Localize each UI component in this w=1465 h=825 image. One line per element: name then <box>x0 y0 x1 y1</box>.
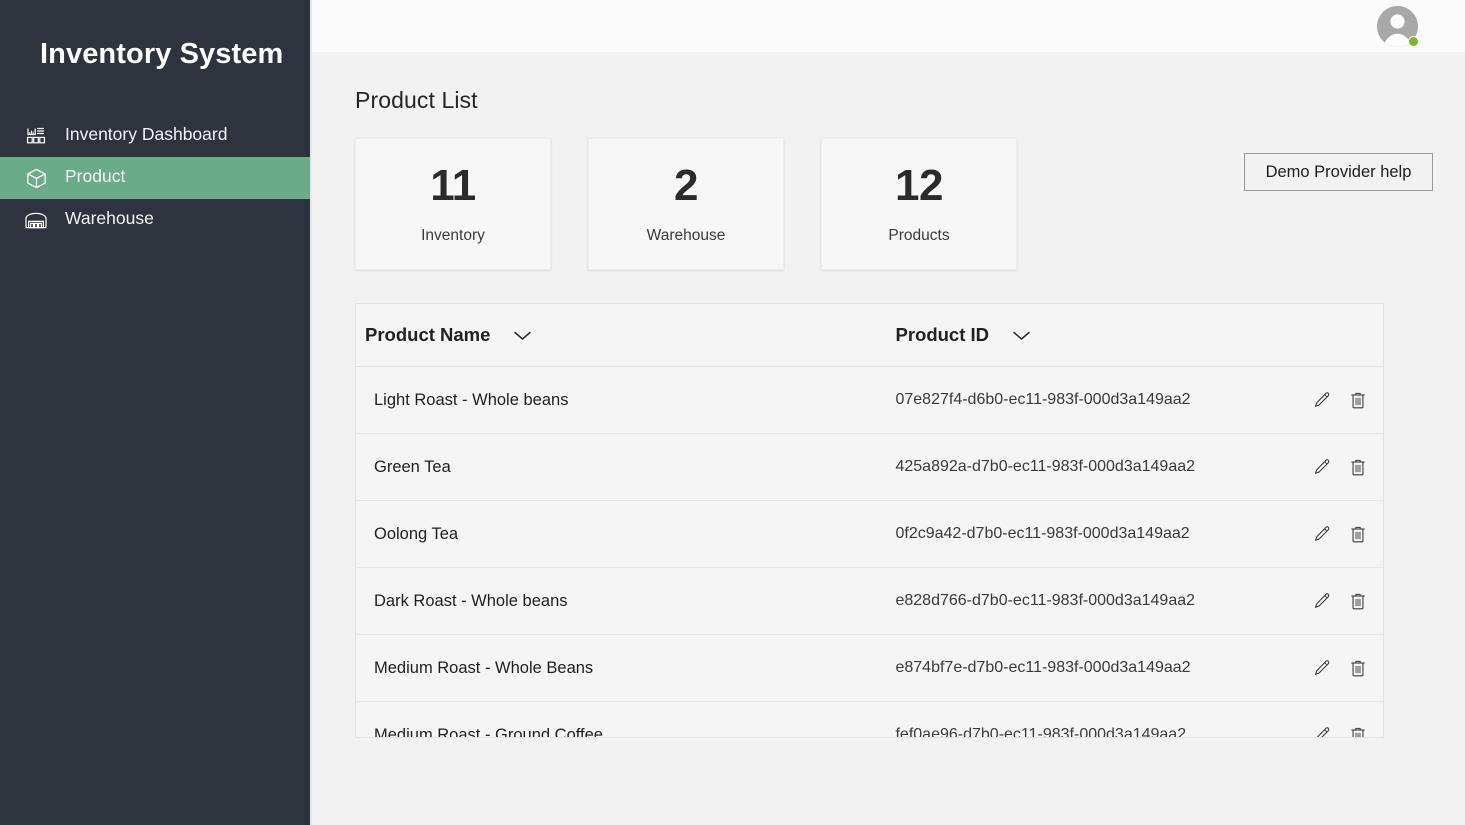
delete-icon[interactable] <box>1349 659 1367 678</box>
cell-product-name: Green Tea <box>365 458 451 476</box>
table-row[interactable]: Medium Roast - Ground Coffee fef0ae96-d7… <box>356 702 1383 738</box>
sidebar-nav: Inventory Dashboard Product <box>0 115 310 241</box>
cell-product-name: Oolong Tea <box>365 525 458 543</box>
sidebar-item-inventory-dashboard[interactable]: Inventory Dashboard <box>0 115 310 157</box>
cell-product-name: Dark Roast - Whole beans <box>365 592 568 610</box>
sidebar-item-label: Inventory Dashboard <box>65 126 227 146</box>
cell-product-id: 0f2c9a42-d7b0-ec11-983f-000d3a149aa2 <box>895 525 1189 542</box>
column-header-product-id[interactable]: Product ID <box>895 324 1313 346</box>
app-brand-title: Inventory System <box>0 0 310 71</box>
table-row[interactable]: Medium Roast - Whole Beans e874bf7e-d7b0… <box>356 635 1383 702</box>
help-button[interactable]: Demo Provider help <box>1244 153 1433 191</box>
cell-product-id: 425a892a-d7b0-ec11-983f-000d3a149aa2 <box>895 458 1195 475</box>
edit-icon[interactable] <box>1313 391 1331 409</box>
presence-indicator <box>1408 36 1419 47</box>
edit-icon[interactable] <box>1313 525 1331 543</box>
cell-product-name: Medium Roast - Whole Beans <box>365 659 593 677</box>
delete-icon[interactable] <box>1349 458 1367 477</box>
avatar[interactable] <box>1377 6 1418 47</box>
stat-card-label: Warehouse <box>647 227 726 245</box>
delete-icon[interactable] <box>1349 726 1367 739</box>
cell-product-name: Medium Roast - Ground Coffee <box>365 726 603 739</box>
warehouse-icon <box>22 206 50 234</box>
table-row[interactable]: Light Roast - Whole beans 07e827f4-d6b0-… <box>356 367 1383 434</box>
page-content: Product List Demo Provider help 11 Inven… <box>312 87 1465 738</box>
edit-icon[interactable] <box>1313 458 1331 476</box>
table-body: Light Roast - Whole beans 07e827f4-d6b0-… <box>356 367 1383 738</box>
stat-card-inventory[interactable]: 11 Inventory <box>355 138 551 270</box>
sidebar: Inventory System Inventory Dashboard <box>0 0 312 825</box>
sidebar-item-warehouse[interactable]: Warehouse <box>0 199 310 241</box>
product-table: Product Name Product ID <box>355 303 1384 738</box>
row-actions <box>1313 592 1383 611</box>
application-window: Inventory System Inventory Dashboard <box>0 0 1465 825</box>
sidebar-item-label: Warehouse <box>65 210 154 230</box>
edit-icon[interactable] <box>1313 726 1331 738</box>
chevron-down-icon[interactable] <box>512 329 533 342</box>
stat-card-products[interactable]: 12 Products <box>821 138 1017 270</box>
top-bar <box>312 0 1465 52</box>
cell-product-name: Light Roast - Whole beans <box>365 391 568 409</box>
table-row[interactable]: Green Tea 425a892a-d7b0-ec11-983f-000d3a… <box>356 434 1383 501</box>
sidebar-item-label: Product <box>65 168 125 188</box>
delete-icon[interactable] <box>1349 525 1367 544</box>
row-actions <box>1313 726 1383 739</box>
row-actions <box>1313 458 1383 477</box>
delete-icon[interactable] <box>1349 592 1367 611</box>
delete-icon[interactable] <box>1349 391 1367 410</box>
row-actions <box>1313 391 1383 410</box>
cell-product-id: e874bf7e-d7b0-ec11-983f-000d3a149aa2 <box>895 659 1190 676</box>
edit-icon[interactable] <box>1313 659 1331 677</box>
main-area: Product List Demo Provider help 11 Inven… <box>312 0 1465 825</box>
stat-card-value: 12 <box>895 164 943 208</box>
dashboard-icon <box>22 122 50 150</box>
package-icon <box>22 164 50 192</box>
chevron-down-icon[interactable] <box>1011 329 1032 342</box>
cell-product-id: 07e827f4-d6b0-ec11-983f-000d3a149aa2 <box>895 391 1190 408</box>
table-row[interactable]: Oolong Tea 0f2c9a42-d7b0-ec11-983f-000d3… <box>356 501 1383 568</box>
stat-card-label: Inventory <box>421 227 485 245</box>
cell-product-id: fef0ae96-d7b0-ec11-983f-000d3a149aa2 <box>895 726 1186 738</box>
column-header-label: Product Name <box>365 324 490 346</box>
column-header-label: Product ID <box>895 324 989 346</box>
table-row[interactable]: Dark Roast - Whole beans e828d766-d7b0-e… <box>356 568 1383 635</box>
edit-icon[interactable] <box>1313 592 1331 610</box>
row-actions <box>1313 525 1383 544</box>
cell-product-id: e828d766-d7b0-ec11-983f-000d3a149aa2 <box>895 592 1195 609</box>
stat-card-label: Products <box>888 227 949 245</box>
page-title: Product List <box>355 87 1465 114</box>
table-header-row: Product Name Product ID <box>356 304 1383 367</box>
row-actions <box>1313 659 1383 678</box>
stat-card-value: 2 <box>674 164 698 208</box>
stat-card-value: 11 <box>430 164 476 208</box>
sidebar-item-product[interactable]: Product <box>0 157 310 199</box>
stat-card-warehouse[interactable]: 2 Warehouse <box>588 138 784 270</box>
column-header-product-name[interactable]: Product Name <box>356 324 895 346</box>
